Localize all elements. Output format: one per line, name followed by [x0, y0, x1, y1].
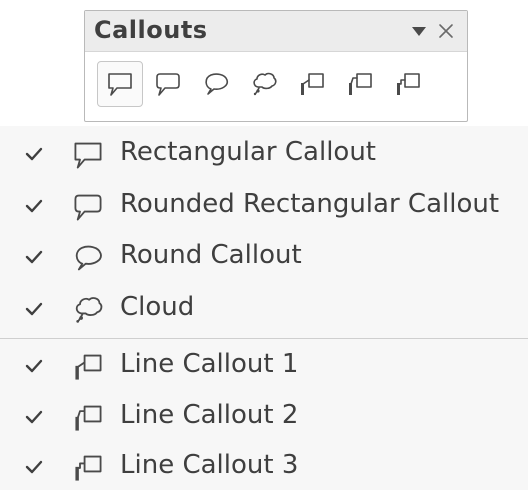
toolbar-close-icon[interactable]: [436, 21, 456, 41]
menu-item-label: Rounded Rectangular Callout: [120, 189, 500, 219]
rectangular-callout-icon: [108, 73, 132, 96]
toolbar-titlebar[interactable]: Callouts: [85, 11, 467, 52]
line-callout-1-icon: [301, 73, 324, 95]
cloud-callout-icon: [253, 72, 277, 96]
checkmark-icon: [24, 248, 44, 266]
menu-item-rounded-rectangular-callout[interactable]: Rounded Rectangular Callout: [0, 181, 528, 231]
menu-item-line-callout-2[interactable]: Line Callout 2: [0, 392, 528, 442]
line-callout-3-icon: [397, 73, 420, 95]
menu-item-label: Line Callout 1: [120, 349, 299, 379]
round-callout-button[interactable]: [193, 61, 239, 107]
menu-item-label: Line Callout 3: [120, 450, 299, 480]
line-callout-2-button[interactable]: [337, 61, 383, 107]
menu-item-label: Line Callout 2: [120, 400, 299, 430]
round-callout-icon: [70, 242, 106, 274]
line-callout-1-button[interactable]: [289, 61, 335, 107]
menu-item-line-callout-1[interactable]: Line Callout 1: [0, 341, 528, 391]
menu-separator: [0, 338, 528, 339]
line-callout-3-button[interactable]: [385, 61, 431, 107]
visible-buttons-menu: Rectangular Callout Rounded Rectangular …: [0, 126, 528, 490]
line-callout-2-icon: [349, 73, 372, 95]
menu-item-cloud[interactable]: Cloud: [0, 284, 528, 334]
line-callout-3-icon: [70, 452, 106, 484]
cloud-callout-button[interactable]: [241, 61, 287, 107]
menu-item-rectangular-callout[interactable]: Rectangular Callout: [0, 129, 528, 179]
menu-item-line-callout-3[interactable]: Line Callout 3: [0, 442, 528, 492]
callouts-toolbar: Callouts: [84, 10, 468, 122]
round-callout-icon: [205, 73, 229, 95]
menu-item-label: Cloud: [120, 292, 195, 322]
menu-item-label: Rectangular Callout: [120, 137, 377, 167]
rectangular-callout-button[interactable]: [97, 61, 143, 107]
rounded-rectangular-callout-icon: [70, 191, 106, 223]
checkmark-icon: [24, 458, 44, 476]
rounded-rectangular-callout-icon: [156, 73, 180, 96]
cloud-callout-icon: [70, 294, 106, 326]
toolbar-menu-dropdown-icon[interactable]: [411, 25, 427, 37]
toolbar-title: Callouts: [94, 16, 208, 44]
rounded-rectangular-callout-button[interactable]: [145, 61, 191, 107]
line-callout-2-icon: [70, 402, 106, 434]
checkmark-icon: [24, 357, 44, 375]
rectangular-callout-icon: [70, 139, 106, 171]
checkmark-icon: [24, 300, 44, 318]
checkmark-icon: [24, 408, 44, 426]
checkmark-icon: [24, 145, 44, 163]
line-callout-1-icon: [70, 351, 106, 383]
menu-item-label: Round Callout: [120, 240, 302, 270]
menu-item-round-callout[interactable]: Round Callout: [0, 232, 528, 282]
checkmark-icon: [24, 197, 44, 215]
